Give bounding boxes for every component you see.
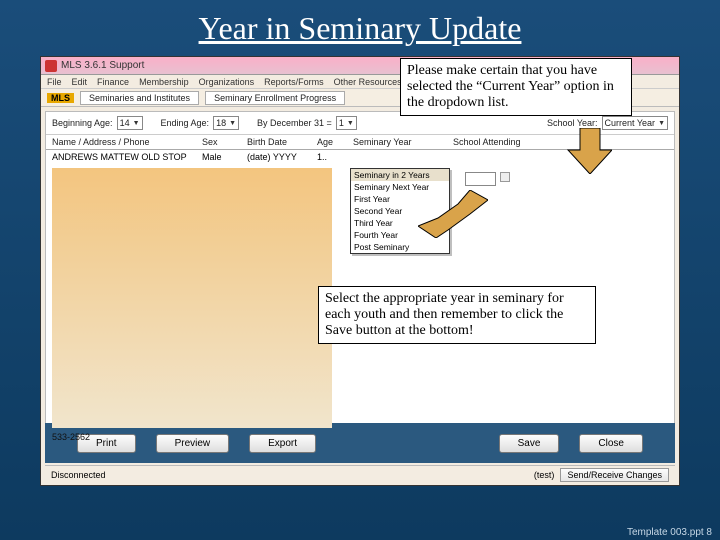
col-bd: Birth Date [247, 137, 317, 147]
end-age-value: 18 [216, 118, 226, 128]
chevron-down-icon: ▼ [229, 120, 236, 127]
menu-reports[interactable]: Reports/Forms [264, 77, 324, 87]
slide-footer: Template 003.ppt 8 [627, 527, 712, 538]
dropdown-option[interactable]: Post Seminary [351, 241, 449, 253]
end-age-label: Ending Age: [161, 118, 210, 128]
redaction-overlay [52, 168, 332, 428]
crumb-page[interactable]: Seminary Enrollment Progress [205, 91, 345, 105]
status-left: Disconnected [51, 470, 106, 480]
by-dec-select[interactable]: 1 ▼ [336, 116, 357, 130]
menu-organizations[interactable]: Organizations [199, 77, 255, 87]
menu-other[interactable]: Other Resources [334, 77, 402, 87]
end-age-select[interactable]: 18 ▼ [213, 116, 239, 130]
menu-file[interactable]: File [47, 77, 62, 87]
export-button[interactable]: Export [249, 434, 316, 453]
menu-edit[interactable]: Edit [72, 77, 88, 87]
callout-bottom: Select the appropriate year in seminary … [318, 286, 596, 344]
phone-value: 533-2562 [52, 432, 90, 442]
preview-button[interactable]: Preview [156, 434, 230, 453]
arrow-down-icon [560, 128, 612, 174]
cell-birthdate: (date) YYYY [247, 152, 317, 162]
col-sex: Sex [202, 137, 247, 147]
cell-sex: Male [202, 152, 247, 162]
begin-age-label: Beginning Age: [52, 118, 113, 128]
school-year-value: Current Year [605, 118, 656, 128]
save-button[interactable]: Save [499, 434, 560, 453]
begin-age-select[interactable]: 14 ▼ [117, 116, 143, 130]
chevron-down-icon: ▼ [347, 120, 354, 127]
cell-name: ANDREWS MATTEW OLD STOP [52, 152, 202, 162]
app-icon [45, 60, 57, 72]
slide-title: Year in Seminary Update [0, 0, 720, 53]
school-year-label: School Year: [547, 118, 598, 128]
callout-top: Please make certain that you have select… [400, 58, 632, 116]
chevron-down-icon: ▼ [658, 120, 665, 127]
school-cell[interactable] [465, 172, 496, 186]
col-sy: Seminary Year [353, 137, 453, 147]
col-age: Age [317, 137, 353, 147]
send-receive-button[interactable]: Send/Receive Changes [560, 468, 669, 482]
arrow-down-left-icon [418, 190, 488, 238]
mls-badge: MLS [47, 93, 74, 103]
app-window: MLS 3.6.1 Support File Edit Finance Memb… [40, 56, 680, 486]
by-dec-label: By December 31 = [257, 118, 332, 128]
blank [468, 174, 493, 184]
menu-finance[interactable]: Finance [97, 77, 129, 87]
col-name: Name / Address / Phone [52, 137, 202, 147]
edit-icon[interactable] [500, 172, 510, 182]
by-dec-value: 1 [339, 118, 344, 128]
begin-age-value: 14 [120, 118, 130, 128]
button-bar: Print Preview Export Save Close [45, 423, 675, 463]
cell-age: 1.. [317, 152, 353, 162]
menu-membership[interactable]: Membership [139, 77, 189, 87]
titlebar-text: MLS 3.6.1 Support [61, 60, 144, 71]
status-bar: Disconnected (test) Send/Receive Changes [45, 465, 675, 483]
chevron-down-icon: ▼ [133, 120, 140, 127]
close-button[interactable]: Close [579, 434, 643, 453]
dropdown-option[interactable]: Seminary in 2 Years [351, 169, 449, 181]
status-right: (test) [534, 470, 555, 480]
crumb-section[interactable]: Seminaries and Institutes [80, 91, 199, 105]
